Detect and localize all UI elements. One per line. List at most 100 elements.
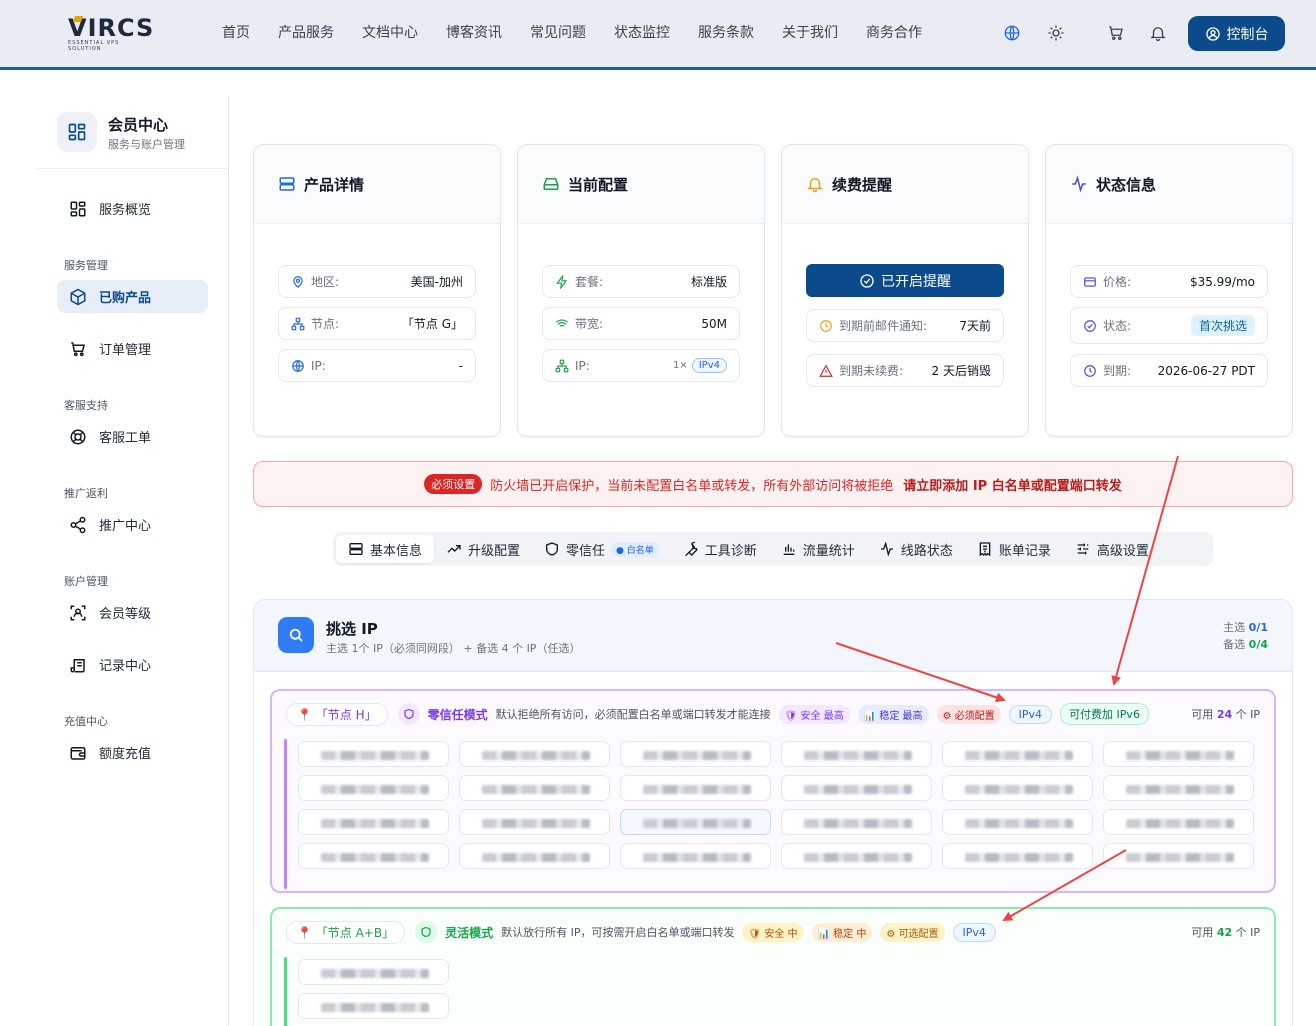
network-icon	[555, 359, 569, 372]
available-count: 可用 42 个 IP	[1191, 924, 1260, 940]
ip-option-cell[interactable]	[620, 741, 771, 767]
reminder-button-label: 已开启提醒	[881, 273, 951, 290]
nav-home[interactable]: 首页	[208, 22, 264, 42]
sidebar-item-promo[interactable]: 推广中心	[57, 508, 208, 541]
ip-option-cell[interactable]	[942, 741, 1093, 767]
node-header: 📍 「节点 H」 零信任模式 默认拒绝所有访问，必须配置白名单或端口转发才能连接…	[286, 702, 1260, 726]
ip-option-cell[interactable]	[942, 809, 1093, 835]
avail-suffix: 个 IP	[1235, 926, 1260, 939]
tab-basic-info[interactable]: 基本信息	[336, 535, 435, 563]
card-title: 产品详情	[304, 175, 365, 194]
price-row: 价格: $35.99/mo	[1070, 265, 1268, 298]
available-count: 可用 24 个 IP	[1191, 706, 1260, 722]
expire-value: 2 天后销毁	[931, 364, 991, 378]
ip-option-cell[interactable]	[1103, 775, 1254, 801]
tab-diagnostics[interactable]: 工具诊断	[671, 535, 769, 563]
panel-title: 挑选 IP	[326, 620, 378, 638]
alert-action-link[interactable]: 请立即添加 IP 白名单或配置端口转发	[903, 475, 1121, 494]
node-name-badge[interactable]: 📍 「节点 H」	[286, 702, 388, 726]
nav-faq[interactable]: 常见问题	[516, 22, 600, 42]
sidebar-item-topup[interactable]: 额度充值	[57, 736, 208, 769]
mode-name: 灵活模式	[445, 925, 494, 940]
check-circle-icon	[1084, 319, 1096, 332]
tab-label: 零信任	[566, 543, 606, 559]
ip-option-cell[interactable]	[1103, 809, 1254, 835]
tab-upgrade[interactable]: 升级配置	[434, 535, 532, 563]
tab-line-status[interactable]: 线路状态	[867, 535, 965, 563]
sidebar-item-level[interactable]: 会员等级	[57, 596, 208, 629]
tab-advanced[interactable]: 高级设置	[1063, 535, 1161, 563]
ip-option-cell[interactable]	[781, 741, 932, 767]
nav-products[interactable]: 产品服务	[264, 22, 348, 42]
ip-option-cell[interactable]	[620, 809, 771, 835]
redacted-ip	[482, 751, 590, 760]
sidebar-header: 会员中心 服务与账户管理	[36, 96, 228, 169]
ip-option-cell[interactable]	[620, 775, 771, 801]
ip-option-cell[interactable]	[298, 959, 449, 985]
ip-option-cell[interactable]	[781, 809, 932, 835]
ip-option-cell[interactable]	[942, 775, 1093, 801]
ip-option-cell[interactable]	[298, 809, 449, 835]
tab-zero-trust[interactable]: 零信任 ● 白名单	[532, 535, 671, 563]
ip-option-cell[interactable]	[781, 843, 932, 869]
ip-option-cell[interactable]	[459, 775, 610, 801]
node-name: 「节点 A+B」	[315, 925, 395, 940]
clock-icon	[820, 319, 832, 332]
tab-billing[interactable]: 账单记录	[965, 535, 1063, 563]
sidebar-item-overview[interactable]: 服务概览	[57, 192, 208, 225]
ip-option-cell[interactable]	[459, 809, 610, 835]
tab-label: 高级设置	[1096, 543, 1149, 559]
bell-icon[interactable]	[1149, 24, 1167, 42]
ip-option-cell[interactable]	[1103, 843, 1254, 869]
redacted-ip	[804, 819, 912, 828]
nav-status[interactable]: 状态监控	[600, 22, 684, 42]
tab-traffic[interactable]: 流量统计	[769, 535, 867, 563]
dashboard-grid-icon	[57, 112, 97, 152]
node-name-badge[interactable]: 📍 「节点 A+B」	[286, 920, 406, 944]
nav-blog[interactable]: 博客资讯	[432, 22, 516, 42]
box-icon	[70, 288, 86, 305]
security-chip: 🛡 安全 中	[742, 922, 804, 942]
sidebar-item-tickets[interactable]: 客服工单	[57, 420, 208, 453]
ip-option-cell[interactable]	[298, 843, 449, 869]
ip-option-cell[interactable]	[298, 993, 449, 1019]
hard-drive-icon	[543, 178, 559, 190]
nav-terms[interactable]: 服务条款	[684, 22, 768, 42]
redacted-ip	[965, 751, 1073, 760]
shield-icon	[397, 703, 420, 725]
plan-value: 标准版	[690, 275, 727, 289]
vircs-logo[interactable]: VIRCS ESSENTIAL VPS SOLUTION	[68, 14, 153, 52]
ip-option-cell[interactable]	[620, 843, 771, 869]
pin-icon: 📍	[297, 707, 312, 722]
lifebuoy-icon	[70, 429, 86, 444]
ip-option-cell[interactable]	[298, 741, 449, 767]
ip-option-cell[interactable]	[298, 775, 449, 801]
console-button[interactable]: 控制台	[1188, 16, 1285, 51]
node-ab-group: 📍 「节点 A+B」 灵活模式 默认放行所有 IP，可按需开启白名单或端口转发 …	[270, 907, 1276, 1026]
nav-about[interactable]: 关于我们	[768, 22, 852, 42]
cart-icon[interactable]	[1107, 24, 1125, 42]
ip-option-cell[interactable]	[1103, 741, 1254, 767]
ip-option-cell[interactable]	[781, 775, 932, 801]
ip-option-cell[interactable]	[459, 843, 610, 869]
redacted-ip	[321, 969, 429, 978]
redacted-ip	[965, 785, 1073, 794]
globe-icon[interactable]	[1003, 24, 1021, 42]
sidebar-item-records[interactable]: 记录中心	[57, 648, 208, 681]
redacted-ip	[804, 751, 912, 760]
ip-option-cell[interactable]	[942, 843, 1093, 869]
pin-icon: 📍	[297, 925, 312, 940]
sidebar-title: 会员中心	[108, 116, 169, 134]
sun-icon[interactable]	[1047, 24, 1065, 42]
sidebar-item-orders[interactable]: 订单管理	[57, 332, 208, 365]
card-title: 续费提醒	[832, 175, 893, 194]
nav-business[interactable]: 商务合作	[852, 22, 936, 42]
reminder-enabled-button[interactable]: 已开启提醒	[806, 264, 1004, 297]
nav-docs[interactable]: 文档中心	[348, 22, 432, 42]
current-config-card: 当前配置 套餐: 标准版 带宽: 50M IP: 1× IPv4	[517, 144, 765, 437]
region-label: 地区:	[311, 275, 340, 289]
sidebar-item-purchased[interactable]: 已购产品	[57, 280, 208, 313]
redacted-ip	[965, 819, 1073, 828]
ip-option-cell[interactable]	[459, 741, 610, 767]
ipv6-addon-chip[interactable]: 可付费加 IPv6	[1060, 703, 1149, 725]
